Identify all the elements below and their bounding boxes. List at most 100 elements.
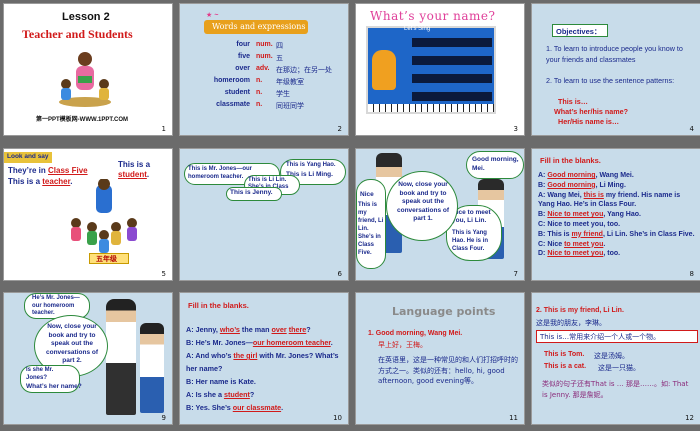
vocab-word: over xyxy=(235,65,250,72)
blank-answer: Good morning xyxy=(547,181,596,189)
slide-12[interactable]: 2. This is my friend, Li Lin. 这是我的朋友，李琳。… xyxy=(531,292,700,425)
point-1-explanation: 在英语里，这是一种常见的和人们打招呼时的方式之一。类似的还有：hello, hi… xyxy=(378,356,518,385)
dialogue-line: C: Nice to meet you, too. xyxy=(538,220,621,228)
dialogue-line: B: He’s Mr. Jones—our homeroom teacher. xyxy=(186,338,333,347)
slide-number: 4 xyxy=(689,125,694,133)
answer-student: student xyxy=(118,170,147,179)
vocab-word: student xyxy=(224,89,250,96)
slide-11[interactable]: Language points 1. Good morning, Wang Me… xyxy=(355,292,525,425)
blank-answer: the girl xyxy=(233,351,258,360)
slide-number: 10 xyxy=(333,414,342,422)
slide-2[interactable]: Words and expressions ★ ~ four num. 四 fi… xyxy=(179,3,349,136)
line-this-is-teacher: This is a teacher. xyxy=(8,177,73,186)
vocab-meaning: 学生 xyxy=(276,90,290,98)
blank-answer: student xyxy=(223,390,250,399)
blank-answer: there xyxy=(288,325,307,334)
speech-bubble-text: This is Jenny. xyxy=(230,189,273,196)
pattern-item: Her/His name is… xyxy=(558,117,620,126)
slide-3[interactable]: What’s your name? Let's Sing 3 xyxy=(355,3,525,136)
slide-7[interactable]: Nice This is my friend, Li Lin. She’s in… xyxy=(355,148,525,281)
orange-character xyxy=(372,50,396,90)
notation-row xyxy=(412,74,492,83)
lets-sing-sign: Let's Sing xyxy=(404,26,431,32)
slide-number: 3 xyxy=(513,125,518,133)
footer-watermark: 第一PPT模板网-WWW.1PPT.COM xyxy=(36,117,128,123)
line-this-is-student: This is a xyxy=(118,160,151,169)
slide-8[interactable]: Fill in the blanks. A: Good morning, Wan… xyxy=(531,148,700,281)
dialogue-line: C: Nice to meet you. xyxy=(538,240,606,248)
fill-blanks-heading: Fill in the blanks. xyxy=(540,156,601,165)
example-2: This is a cat. xyxy=(544,363,587,370)
answer-class-five: Class Five xyxy=(48,166,88,175)
example-1: This is Tom. xyxy=(544,351,585,358)
pattern-item: This is… xyxy=(558,97,588,106)
blank-answer: our classmate xyxy=(232,403,282,412)
dialogue-line: A: Good morning, Wang Mei. B: Good morni… xyxy=(538,171,698,259)
fill-blanks-heading: Fill in the blanks. xyxy=(188,301,249,310)
line-this-is-text: This is a xyxy=(8,177,41,186)
line-they-are: They’re in Class Five xyxy=(8,166,88,175)
slide-1[interactable]: Lesson 2 Teacher and Students 第一PPT模板网-W… xyxy=(3,3,173,136)
slide-number: 9 xyxy=(161,414,166,422)
slide-number: 2 xyxy=(337,125,342,133)
vocab-word: five xyxy=(237,53,250,60)
prompt-cloud-text: Now, close your book and try to speak ou… xyxy=(396,181,449,222)
similar-sentence-note: 类似的句子还有That is … 那是……。如: That is Jenny. … xyxy=(542,380,689,399)
slide-number: 7 xyxy=(513,270,518,278)
lesson-label: Lesson 2 xyxy=(62,11,110,23)
grade-sign-text: 五年级 xyxy=(96,255,117,263)
dialogue-line: A: And who’s the girl with Mr. Jones? Wh… xyxy=(186,351,339,373)
vocab-meaning: 年级教室 xyxy=(276,78,304,86)
dialogue-line: B: This is my friend, Li Lin. She’s in C… xyxy=(538,230,695,238)
blank-answer: Nice to meet you xyxy=(547,211,604,219)
example-1-translation: 这是汤姆。 xyxy=(594,352,629,360)
speech-bubble-text: This is my friend, Li Lin. She’s in Clas… xyxy=(358,202,384,256)
vocab-pos: n. xyxy=(256,89,263,96)
look-say-label: Look and say xyxy=(7,153,49,160)
dialogue-line: A: Wang Mei, this is my friend. His name… xyxy=(538,191,681,209)
speech-bubble-text: Nice to meet you, Li Lin. xyxy=(452,209,491,224)
line-student-answer: student. xyxy=(118,170,149,179)
vocab-word: four xyxy=(236,41,250,48)
teacher-students-illustration xyxy=(59,52,111,107)
vocab-pos: num. xyxy=(256,41,273,48)
slide-10[interactable]: Fill in the blanks. A: Jenny, who’s the … xyxy=(179,292,349,425)
dialogue-line: B: Nice to meet you, Yang Hao. xyxy=(538,211,641,219)
point-2-sentence: 2. This is my friend, Li Lin. xyxy=(536,307,624,314)
dialogue-line: D: Nice to meet you, too. xyxy=(538,250,621,258)
pattern-item: What’s her/his name? xyxy=(554,107,629,116)
blank-answer: Nice to meet you xyxy=(547,250,604,258)
slide-4[interactable]: Objectives： 1. To learn to introduce peo… xyxy=(531,3,700,136)
slide-number: 6 xyxy=(337,270,342,278)
vocab-pos: adv. xyxy=(256,65,270,72)
slide-5[interactable]: Look and say They’re in Class Five This … xyxy=(3,148,173,281)
slide-9[interactable]: He’s Mr. Jones—our homeroom teacher. Now… xyxy=(3,292,173,425)
slide-number: 1 xyxy=(161,125,166,133)
slide-number: 8 xyxy=(689,270,694,278)
piano-keys xyxy=(368,104,494,112)
speech-bubble-text: This is Yang Hao. He is in Class Four. xyxy=(452,230,489,252)
lesson-title: Teacher and Students xyxy=(22,27,133,41)
song-title: What’s your name? xyxy=(370,9,496,23)
blank-answer: this is xyxy=(583,191,604,199)
blank-answer: over xyxy=(271,325,287,334)
dialogue-line: A: Is she a student? xyxy=(186,390,255,399)
objective-item: 1. To learn to introduce people you know… xyxy=(546,44,683,64)
point-1-translation: 早上好，王梅。 xyxy=(378,341,427,349)
notation-row xyxy=(412,56,492,65)
slide-number: 5 xyxy=(161,270,166,278)
objectives-heading: Objectives： xyxy=(556,27,602,36)
slide-6[interactable]: This is Mr. Jones—our homeroom teacher. … xyxy=(179,148,349,281)
dialogue-line: B: Her name is Kate. xyxy=(186,377,256,386)
blank-answer: my friend xyxy=(571,230,603,238)
period: . xyxy=(146,170,150,179)
vocab-meaning: 五 xyxy=(276,54,283,62)
dialogue-line: B: Yes. She’s our classmate. xyxy=(186,403,284,412)
blank-answer: our homeroom teacher xyxy=(252,338,331,347)
blank-answer: Good morning xyxy=(547,172,596,179)
slide-number: 11 xyxy=(509,414,518,422)
slide-number: 12 xyxy=(685,414,694,422)
example-2-translation: 这是一只猫。 xyxy=(598,364,640,372)
vocab-pos: n. xyxy=(256,101,263,108)
photo-student xyxy=(140,323,164,413)
